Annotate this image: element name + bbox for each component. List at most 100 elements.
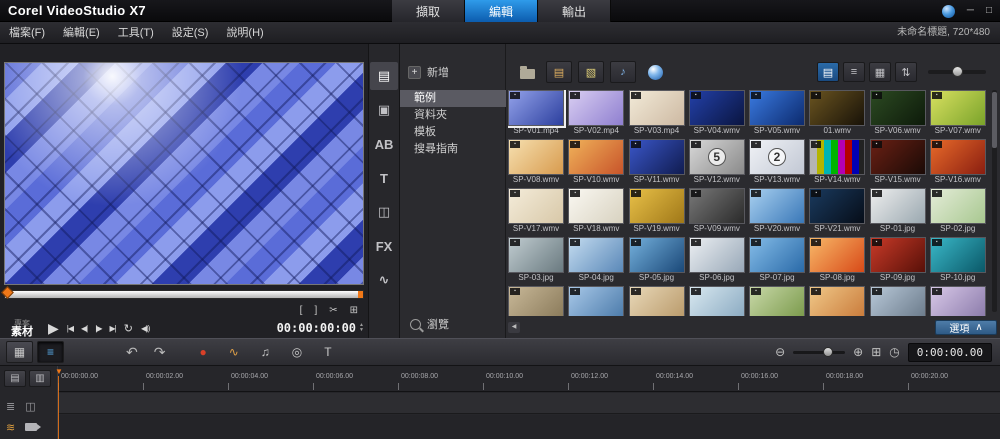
undo-button[interactable]: ↶	[126, 344, 138, 361]
volume-button[interactable]: ◀))	[141, 324, 151, 333]
library-thumbnail[interactable]: ▪ SP-V02.mp4	[568, 90, 625, 136]
options-button[interactable]: 選項 ∧	[935, 320, 997, 335]
thumbnail-size-slider[interactable]	[928, 66, 986, 77]
play-button[interactable]: ▶	[48, 320, 59, 337]
menu-tools[interactable]: 工具(T)	[109, 22, 163, 44]
library-thumbnail[interactable]: ▪ 5 SP-V12.wmv	[688, 139, 745, 185]
gallery-guide[interactable]: 搜尋指南	[400, 141, 506, 158]
library-thumbnail[interactable]: ▪ SP-V15.wmv	[869, 139, 926, 185]
end-button[interactable]: ▶|	[109, 324, 116, 333]
auto-music-button[interactable]: ♫	[261, 345, 270, 359]
library-thumbnail[interactable]: ▪ SP-V06.wmv	[869, 90, 926, 136]
show-all-tracks-button[interactable]: ▥	[29, 370, 51, 387]
filter-photo-button[interactable]: ▧	[578, 61, 604, 83]
timeline-zoom-slider-handle[interactable]	[823, 346, 834, 357]
library-thumbnail[interactable]: ▪ SP-V08.wmv	[508, 139, 564, 185]
stepper-down-icon[interactable]: ▼	[359, 328, 364, 333]
record-capture-button[interactable]: ●	[199, 345, 206, 359]
nav-motion[interactable]: ∿	[370, 266, 398, 294]
library-thumbnail[interactable]: ▪ SP-02.jpg	[929, 188, 986, 234]
library-thumbnail[interactable]: ▪ SP-V17.wmv	[508, 188, 564, 234]
menu-help[interactable]: 說明(H)	[217, 22, 272, 44]
timeline-track-row-1[interactable]	[58, 393, 1000, 414]
view-grid-button[interactable]: ▦	[869, 62, 891, 82]
nav-filter[interactable]: FX	[370, 232, 398, 260]
gallery-templates[interactable]: 模板	[400, 124, 506, 141]
library-thumbnail[interactable]: ▪ SP-01.jpg	[869, 188, 926, 234]
next-frame-button[interactable]: |▶	[95, 324, 102, 333]
library-thumbnail[interactable]: ▪	[568, 286, 625, 316]
track-layout-icon[interactable]: ◫	[25, 400, 35, 413]
home-button[interactable]: |◀	[67, 324, 74, 333]
nav-title[interactable]: T	[370, 164, 398, 192]
corel-guide-ball-icon[interactable]	[941, 4, 955, 18]
library-thumbnail[interactable]: ▪	[508, 286, 564, 316]
library-thumbnail[interactable]: ▪ SP-V16.wmv	[929, 139, 986, 185]
split-clip-button[interactable]: ✂	[329, 305, 337, 316]
sound-mixer-button[interactable]: ∿	[229, 345, 239, 359]
library-thumbnail[interactable]: ▪ SP-04.jpg	[568, 237, 625, 283]
library-thumbnail[interactable]: ▪	[628, 286, 685, 316]
timeline-track-row-2[interactable]	[58, 415, 1000, 439]
library-thumbnail[interactable]: ▪ SP-V03.mp4	[628, 90, 685, 136]
library-thumbnail[interactable]: ▪ 01.wmv	[809, 90, 866, 136]
menu-settings[interactable]: 設定(S)	[163, 22, 218, 44]
filter-audio-button[interactable]: ♪	[610, 61, 636, 83]
library-scrollbar-thumb[interactable]	[992, 92, 997, 148]
sort-button[interactable]: ⇅	[895, 62, 917, 82]
corel-guide-sphere-icon[interactable]	[642, 61, 668, 83]
add-gallery-button[interactable]: + 新增	[408, 64, 449, 80]
mark-out-button[interactable]: ]	[314, 305, 317, 316]
view-thumbnail-button[interactable]: ▤	[817, 62, 839, 82]
library-thumbnail[interactable]: ▪ SP-03.jpg	[508, 237, 564, 283]
tab-edit[interactable]: 編輯	[465, 0, 538, 22]
library-thumbnail[interactable]: ▪ SP-05.jpg	[628, 237, 685, 283]
gallery-samples[interactable]: 範例	[400, 90, 506, 107]
mark-in-button[interactable]: [	[300, 305, 303, 316]
nav-media[interactable]: ▤	[370, 62, 398, 90]
zoom-out-button[interactable]: ⊖	[775, 345, 785, 359]
trim-start-handle[interactable]	[1, 286, 14, 299]
scrub-bar[interactable]	[1, 286, 364, 299]
grid-scroll-left-button[interactable]: ◀	[508, 322, 520, 333]
video-track-icon[interactable]	[25, 423, 42, 431]
library-thumbnail[interactable]: ▪ SP-10.jpg	[929, 237, 986, 283]
track-manager-button[interactable]: ▤	[4, 370, 26, 387]
library-thumbnail[interactable]: ▪ 2 SP-V13.wmv	[749, 139, 805, 185]
subtitle-editor-button[interactable]: T	[324, 345, 331, 359]
library-vertical-scrollbar[interactable]	[992, 90, 997, 312]
library-thumbnail[interactable]: ▪	[809, 286, 866, 316]
library-thumbnail[interactable]: ▪ SP-V18.wmv	[568, 188, 625, 234]
library-thumbnail[interactable]: ▪ SP-V20.wmv	[749, 188, 805, 234]
zoom-in-button[interactable]: ⊕	[853, 345, 863, 359]
menu-edit[interactable]: 編輯(E)	[54, 22, 109, 44]
nav-instant-project[interactable]: ▣	[370, 96, 398, 124]
playback-mode-toggle[interactable]: 專案 素材	[4, 319, 40, 338]
view-list-button[interactable]: ≡	[843, 62, 865, 82]
library-thumbnail[interactable]: ▪	[929, 286, 986, 316]
enlarge-preview-button[interactable]: ⊞	[350, 305, 358, 316]
library-thumbnail[interactable]: ▪ SP-V05.wmv	[749, 90, 805, 136]
playhead-marker[interactable]: ▼	[55, 368, 63, 376]
filter-video-button[interactable]: ▤	[546, 61, 572, 83]
ripple-edit-all-icon[interactable]: ≣	[6, 400, 15, 413]
up-one-level-button[interactable]	[514, 61, 540, 83]
restore-icon[interactable]: □	[986, 4, 992, 18]
library-thumbnail[interactable]: ▪	[749, 286, 805, 316]
timeline-view-button[interactable]: ≡	[37, 341, 64, 363]
nav-graphic[interactable]: ◫	[370, 198, 398, 226]
trim-end-handle[interactable]	[358, 291, 363, 298]
browse-button[interactable]: 瀏覽	[410, 316, 449, 332]
library-thumbnail[interactable]: ▪ SP-V04.wmv	[688, 90, 745, 136]
library-thumbnail[interactable]: ▪ SP-V10.wmv	[568, 139, 625, 185]
repeat-button[interactable]: ↻	[124, 322, 133, 335]
minimize-icon[interactable]: ─	[967, 4, 974, 18]
library-thumbnail[interactable]: ▪ SP-V14.wmv	[809, 139, 866, 185]
tab-capture[interactable]: 擷取	[392, 0, 465, 22]
tab-share[interactable]: 輸出	[538, 0, 611, 22]
library-thumbnail[interactable]: ▪ SP-V01.mp4	[508, 90, 566, 136]
library-thumbnail[interactable]: ▪ SP-06.jpg	[688, 237, 745, 283]
storyboard-view-button[interactable]: ▦	[6, 341, 33, 363]
thumbnail-size-slider-handle[interactable]	[952, 66, 963, 77]
library-thumbnail[interactable]: ▪	[688, 286, 745, 316]
